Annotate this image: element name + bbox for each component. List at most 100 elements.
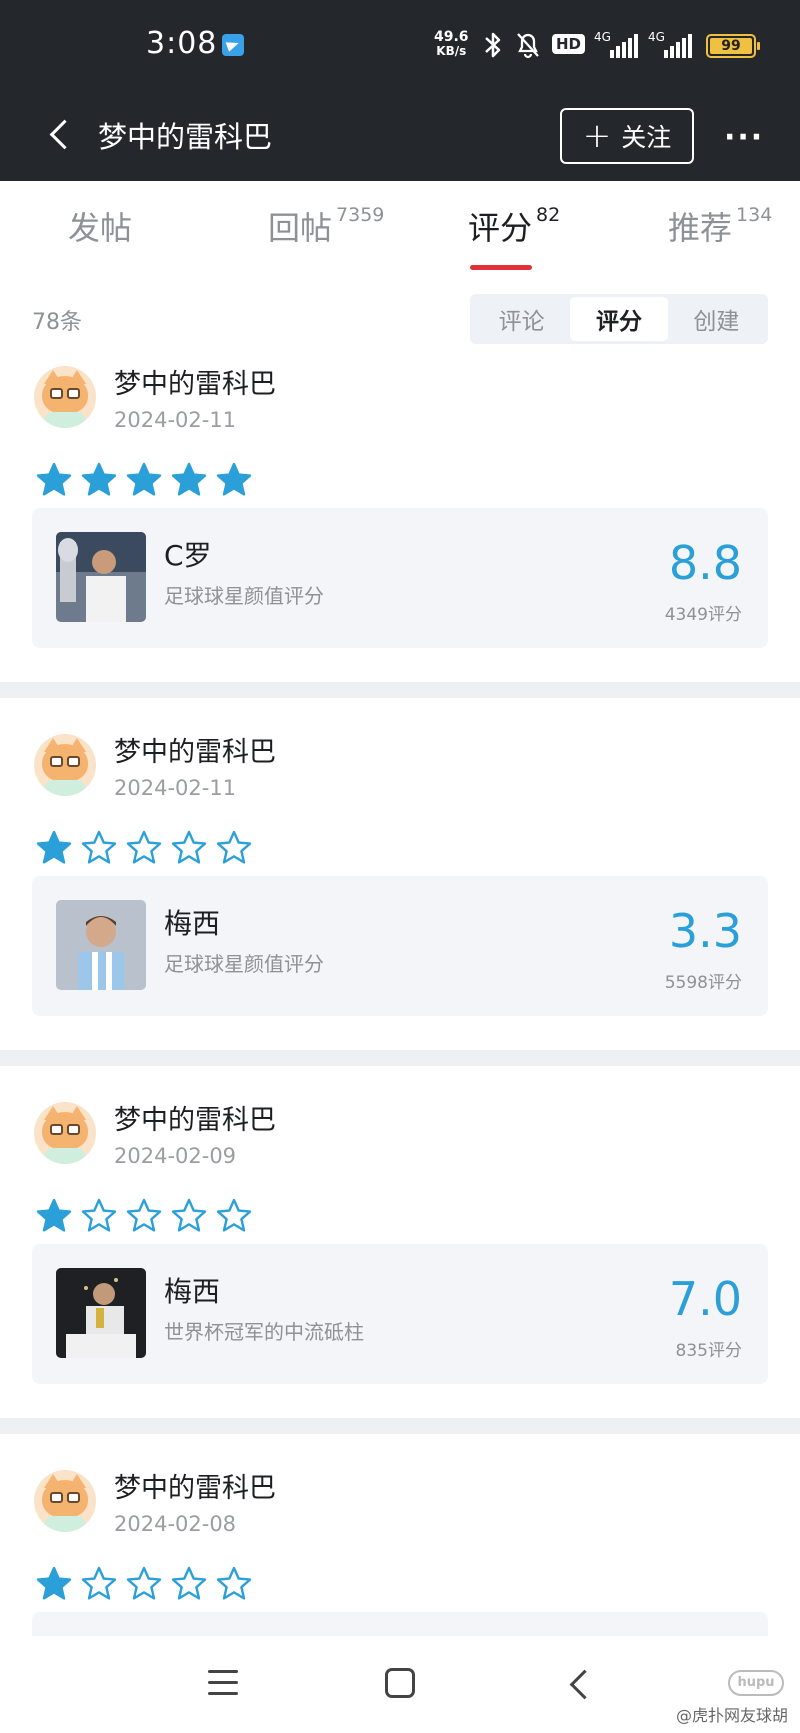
star-empty-icon [81,1566,117,1602]
star-empty-icon [171,1198,207,1234]
battery-icon: 99 [706,34,760,58]
segment-control: 评论 评分 创建 [470,294,768,344]
target-subtitle: 足球球星颜值评分 [164,952,324,976]
player-photo [56,900,146,990]
section-divider [0,682,800,698]
star-filled-icon [36,1566,72,1602]
target-name: 梅西 [164,1275,221,1308]
avatar[interactable] [34,1102,96,1164]
average-score: 3.3 [668,904,742,958]
rating-target-card[interactable]: 梅西 足球球星颜值评分 3.3 5598评分 [32,876,768,1016]
hupu-logo: hupu [728,1670,784,1696]
status-bar: 3:08 49.6 KB/s HD 4G 4G 99 [0,0,800,92]
average-score: 7.0 [668,1272,742,1326]
user-name[interactable]: 梦中的雷科巴 [114,362,276,401]
target-name: C罗 [164,539,212,572]
star-filled-icon [36,462,72,498]
star-empty-icon [81,1198,117,1234]
star-filled-icon [36,830,72,866]
star-rating [36,462,252,498]
plus-icon: + [582,116,612,156]
post-date: 2024-02-09 [114,1144,237,1168]
tab-ratings-count: 82 [536,204,561,227]
player-photo [56,1268,146,1358]
status-time: 3:08 [146,26,218,61]
tab-replies[interactable]: 回帖 7359 [268,203,384,249]
segment-created[interactable]: 创建 [668,297,765,341]
net-speed-unit: KB/s [436,44,467,58]
tab-ratings-label: 评分 [468,209,533,247]
star-empty-icon [171,1566,207,1602]
net-speed-value: 49.6 [434,29,469,45]
segment-comments[interactable]: 评论 [473,297,570,341]
network-speed: 49.6 KB/s [434,30,469,58]
follow-button[interactable]: + 关注 [560,108,694,164]
star-empty-icon [126,1566,162,1602]
vote-count: 835评分 [675,1341,742,1361]
star-empty-icon [81,830,117,866]
list-count: 78条 [32,310,82,335]
hd-badge: HD [552,34,586,54]
menu-icon[interactable] [208,1670,238,1696]
star-empty-icon [126,830,162,866]
more-options-icon[interactable]: ··· [724,120,764,155]
follow-label: 关注 [621,123,672,152]
signal-icon: 4G [594,30,638,58]
post-date: 2024-02-11 [114,776,237,800]
avatar[interactable] [34,734,96,796]
star-empty-icon [126,1198,162,1234]
star-empty-icon [171,830,207,866]
star-rating [36,1566,252,1602]
player-photo [56,532,146,622]
app-header: 梦中的雷科巴 + 关注 ··· [0,92,800,181]
star-rating [36,830,252,866]
star-filled-icon [36,1198,72,1234]
tab-ratings[interactable]: 评分 82 [468,203,560,249]
telegram-icon [222,34,244,56]
back-icon[interactable] [566,1670,594,1698]
bell-muted-icon [514,30,542,67]
battery-level: 99 [710,38,752,54]
user-name[interactable]: 梦中的雷科巴 [114,730,276,769]
active-tab-indicator [470,265,532,270]
home-icon[interactable] [385,1668,415,1698]
sim2-label: 4G [648,30,665,44]
tab-replies-count: 7359 [336,204,385,227]
target-subtitle: 世界杯冠军的中流砥柱 [164,1320,364,1344]
tab-recommend-label: 推荐 [668,209,733,247]
watermark: @虎扑网友球胡 [676,1706,789,1725]
star-filled-icon [216,462,252,498]
bluetooth-icon [482,30,504,67]
sim1-label: 4G [594,30,611,44]
post-date: 2024-02-11 [114,408,237,432]
star-empty-icon [216,830,252,866]
section-divider [0,1050,800,1066]
star-empty-icon [216,1198,252,1234]
user-name[interactable]: 梦中的雷科巴 [114,1466,276,1505]
average-score: 8.8 [668,536,742,590]
back-arrow-icon[interactable] [46,118,74,152]
avatar[interactable] [34,1470,96,1532]
target-subtitle: 足球球星颜值评分 [164,584,324,608]
target-name: 梅西 [164,907,221,940]
user-name[interactable]: 梦中的雷科巴 [114,1098,276,1137]
tab-posts-label: 发帖 [68,209,133,247]
post-date: 2024-02-08 [114,1512,237,1536]
section-divider [0,1418,800,1434]
rating-target-card[interactable]: C罗 足球球星颜值评分 8.8 4349评分 [32,508,768,648]
star-rating [36,1198,252,1234]
segment-ratings[interactable]: 评分 [570,297,668,341]
tab-recommend-count: 134 [736,204,773,227]
vote-count: 4349评分 [664,605,742,625]
signal-icon: 4G [648,30,692,58]
page-title: 梦中的雷科巴 [98,120,273,154]
avatar[interactable] [34,366,96,428]
tab-replies-label: 回帖 [268,209,333,247]
rating-target-card[interactable]: 梅西 世界杯冠军的中流砥柱 7.0 835评分 [32,1244,768,1384]
tab-recommend[interactable]: 推荐 134 [668,203,772,249]
star-filled-icon [81,462,117,498]
star-empty-icon [216,1566,252,1602]
star-filled-icon [171,462,207,498]
star-filled-icon [126,462,162,498]
tab-posts[interactable]: 发帖 [68,203,132,249]
